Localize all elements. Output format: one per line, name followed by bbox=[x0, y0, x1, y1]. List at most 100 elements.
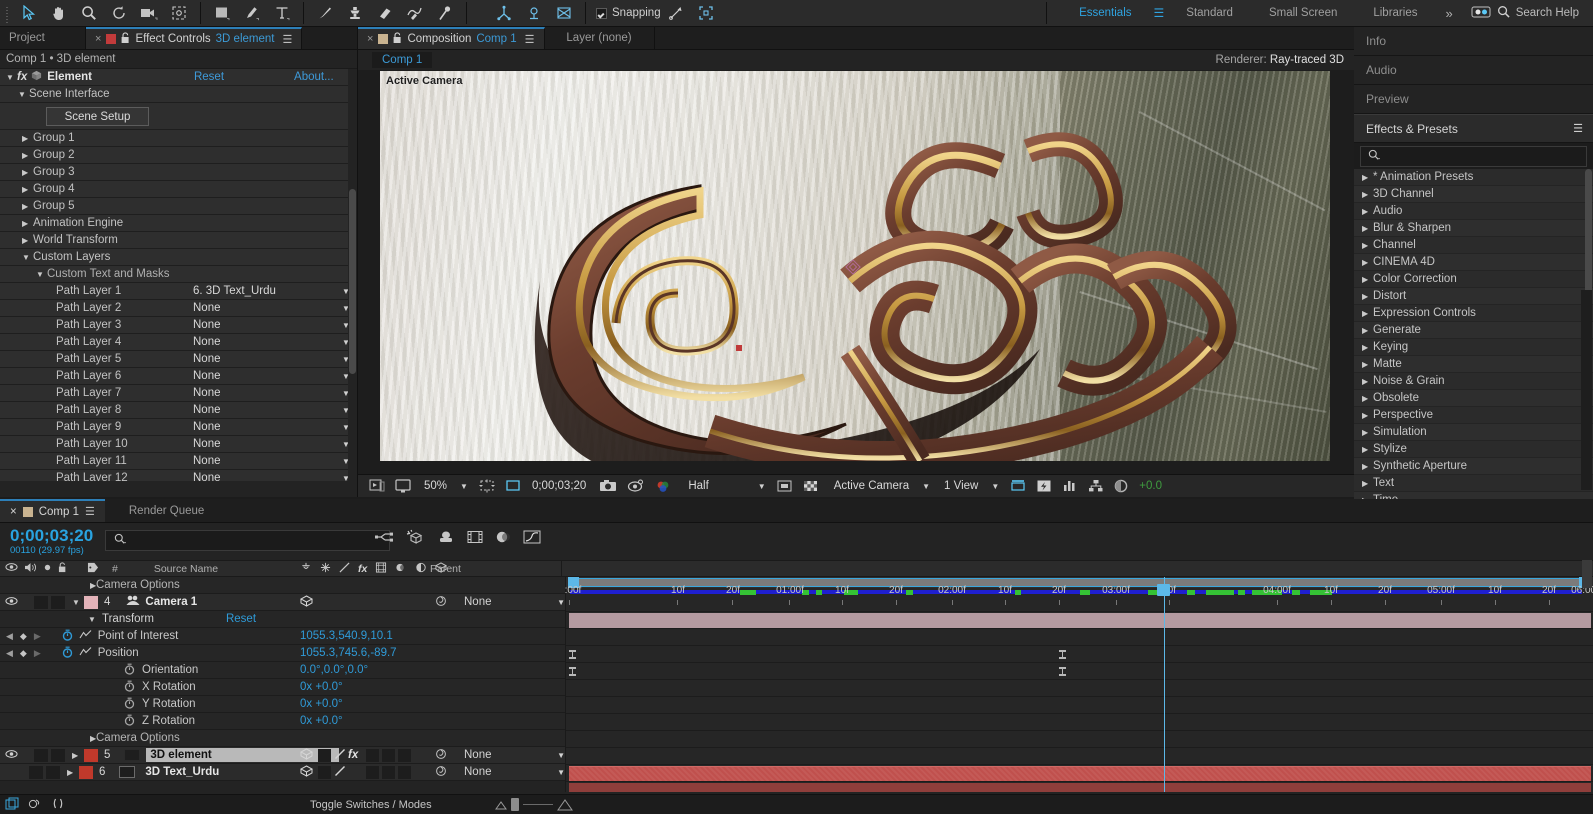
group-1[interactable]: ▶ Group 1 bbox=[0, 130, 357, 147]
camera-layer-bar[interactable] bbox=[569, 613, 1591, 628]
resolution-grid-icon[interactable] bbox=[474, 475, 500, 498]
transform-reset-link[interactable]: Reset bbox=[154, 613, 256, 625]
layer-name[interactable]: 3D Text_Urdu bbox=[145, 766, 219, 778]
fx-icon[interactable]: fx bbox=[348, 749, 358, 761]
group-5[interactable]: ▶ Group 5 bbox=[0, 198, 357, 215]
comp-timecode[interactable]: 0;00;03;20 bbox=[526, 480, 589, 492]
workspace-menu-icon[interactable]: ☰ bbox=[1150, 6, 1169, 20]
puppet-pin-tool[interactable] bbox=[430, 1, 460, 26]
shy-toggle[interactable] bbox=[318, 765, 331, 779]
transfer-controls-icon[interactable] bbox=[28, 797, 42, 813]
disclosure-triangle-icon[interactable]: ▶ bbox=[1362, 258, 1371, 267]
effect-controls-scrollbar[interactable] bbox=[348, 69, 357, 481]
toolbar-grip[interactable] bbox=[2, 3, 14, 23]
motion-blur-toggle[interactable] bbox=[382, 765, 395, 779]
stopwatch-icon[interactable] bbox=[41, 646, 73, 661]
disclosure-triangle-icon[interactable]: ▶ bbox=[22, 185, 31, 194]
current-timecode[interactable]: 0;00;03;20 bbox=[0, 527, 93, 545]
audio-icon[interactable] bbox=[24, 562, 37, 576]
scrollbar-thumb[interactable] bbox=[349, 189, 356, 374]
timeline-search-field[interactable] bbox=[131, 534, 381, 547]
close-icon[interactable]: × bbox=[367, 33, 373, 45]
eraser-tool[interactable] bbox=[370, 1, 400, 26]
workspace-overflow-icon[interactable]: » bbox=[1435, 6, 1462, 21]
enable-frame-blending-icon[interactable] bbox=[467, 530, 483, 547]
roto-brush-tool[interactable] bbox=[400, 1, 430, 26]
motion-blur-toggle[interactable] bbox=[382, 748, 395, 762]
shy-toggle[interactable] bbox=[318, 748, 331, 762]
category-3d-channel[interactable]: ▶ 3D Channel bbox=[1354, 186, 1593, 203]
pan-behind-tool[interactable] bbox=[164, 1, 194, 26]
group-animation-engine[interactable]: ▶ Animation Engine bbox=[0, 215, 357, 232]
chevron-down-icon[interactable]: ▼ bbox=[557, 768, 565, 777]
timeline-track-rows[interactable] bbox=[566, 595, 1593, 792]
disclosure-triangle-icon[interactable]: ▶ bbox=[1362, 445, 1371, 454]
label-color-icon[interactable] bbox=[67, 562, 99, 576]
disclosure-triangle-icon[interactable]: ▶ bbox=[1362, 224, 1371, 233]
zoom-tool[interactable] bbox=[74, 1, 104, 26]
sync-settings-icon[interactable] bbox=[1471, 5, 1491, 22]
disclosure-triangle-icon[interactable]: ▶ bbox=[1362, 309, 1371, 318]
pixel-aspect-correction-icon[interactable] bbox=[1005, 475, 1031, 498]
solo-icon[interactable] bbox=[43, 563, 52, 575]
chevron-down-icon[interactable]: ▼ bbox=[450, 482, 474, 491]
rotation-tool[interactable] bbox=[104, 1, 134, 26]
timeline-search-input[interactable] bbox=[105, 530, 390, 551]
snap-bounds-icon[interactable] bbox=[691, 1, 721, 26]
category-distort[interactable]: ▶ Distort bbox=[1354, 288, 1593, 305]
layer-bar-3d-element[interactable] bbox=[569, 766, 1591, 781]
disclosure-triangle-icon[interactable]: ▶ bbox=[1362, 207, 1371, 216]
category-animation-presets[interactable]: ▶ * Animation Presets bbox=[1354, 169, 1593, 186]
category-obsolete[interactable]: ▶ Obsolete bbox=[1354, 390, 1593, 407]
disclosure-triangle-icon[interactable]: ▼ bbox=[6, 73, 15, 82]
layer-name[interactable]: Camera 1 bbox=[140, 596, 197, 608]
resolution-value[interactable]: Half bbox=[678, 480, 711, 492]
panel-menu-icon[interactable]: ☰ bbox=[1573, 122, 1593, 135]
panel-preview[interactable]: Preview bbox=[1354, 85, 1593, 114]
path-layer-12-row[interactable]: Path Layer 12 None ▼ bbox=[0, 470, 357, 481]
disclosure-triangle-icon[interactable]: ▶ bbox=[1362, 394, 1371, 403]
row-transform[interactable]: ▼ Transform Reset bbox=[0, 611, 565, 628]
category-stylize[interactable]: ▶ Stylize bbox=[1354, 441, 1593, 458]
disclosure-triangle-icon[interactable]: ▶ bbox=[1362, 292, 1371, 301]
timeline-zoom-slider[interactable] bbox=[495, 798, 573, 811]
close-icon[interactable]: × bbox=[95, 33, 101, 45]
tab-project[interactable]: Project bbox=[0, 27, 86, 49]
chevron-down-icon[interactable]: ▼ bbox=[912, 482, 936, 491]
disclosure-triangle-icon[interactable]: ▶ bbox=[22, 168, 31, 177]
chevron-down-icon[interactable]: ▼ bbox=[712, 482, 772, 491]
path-layer-value[interactable]: None bbox=[193, 421, 335, 433]
disclosure-triangle-icon[interactable]: ▶ bbox=[0, 734, 96, 743]
eye-icon[interactable] bbox=[0, 596, 18, 609]
clone-stamp-tool[interactable] bbox=[340, 1, 370, 26]
panel-menu-icon[interactable]: ☰ bbox=[85, 505, 95, 518]
stopwatch-icon[interactable] bbox=[0, 697, 135, 712]
category-perspective[interactable]: ▶ Perspective bbox=[1354, 407, 1593, 424]
category-generate[interactable]: ▶ Generate bbox=[1354, 322, 1593, 339]
disclosure-triangle-icon[interactable]: ▼ bbox=[72, 598, 81, 607]
adjustment-layer-icon[interactable] bbox=[415, 562, 427, 576]
effects-search-input[interactable] bbox=[1360, 146, 1587, 167]
tab-effect-controls[interactable]: × Effect Controls 3D element ☰ bbox=[86, 27, 303, 49]
enable-motion-blur-icon[interactable] bbox=[495, 530, 511, 547]
chevron-down-icon[interactable]: ▼ bbox=[557, 751, 565, 760]
keyframe-marker[interactable] bbox=[569, 650, 576, 659]
quality-icon[interactable] bbox=[334, 765, 346, 780]
category-color-correction[interactable]: ▶ Color Correction bbox=[1354, 271, 1593, 288]
disclosure-triangle-icon[interactable]: ▼ bbox=[22, 253, 31, 262]
property-value[interactable]: 1055.3,540.9,10.1 bbox=[300, 630, 393, 642]
solo-toggle[interactable] bbox=[34, 595, 48, 609]
disclosure-triangle-icon[interactable]: ▶ bbox=[1362, 479, 1371, 488]
composition-viewer[interactable]: Active Camera bbox=[358, 70, 1354, 470]
disclosure-triangle-icon[interactable]: ▶ bbox=[1362, 241, 1371, 250]
right-vertical-scrollbar[interactable] bbox=[1581, 290, 1592, 490]
keyframe-nav-prev-icon[interactable]: ◀ bbox=[0, 648, 13, 659]
panel-info[interactable]: Info bbox=[1354, 27, 1593, 56]
solo-toggle[interactable] bbox=[34, 748, 48, 762]
composition-canvas[interactable]: Active Camera bbox=[380, 71, 1330, 461]
comp-nav-tab[interactable]: Comp 1 bbox=[372, 52, 433, 68]
local-axis-mode-icon[interactable] bbox=[489, 1, 519, 26]
3d-layer-icon[interactable] bbox=[299, 747, 314, 763]
lock-toggle[interactable] bbox=[46, 765, 60, 779]
timeline-vertical-scrollbar[interactable] bbox=[1582, 560, 1592, 588]
